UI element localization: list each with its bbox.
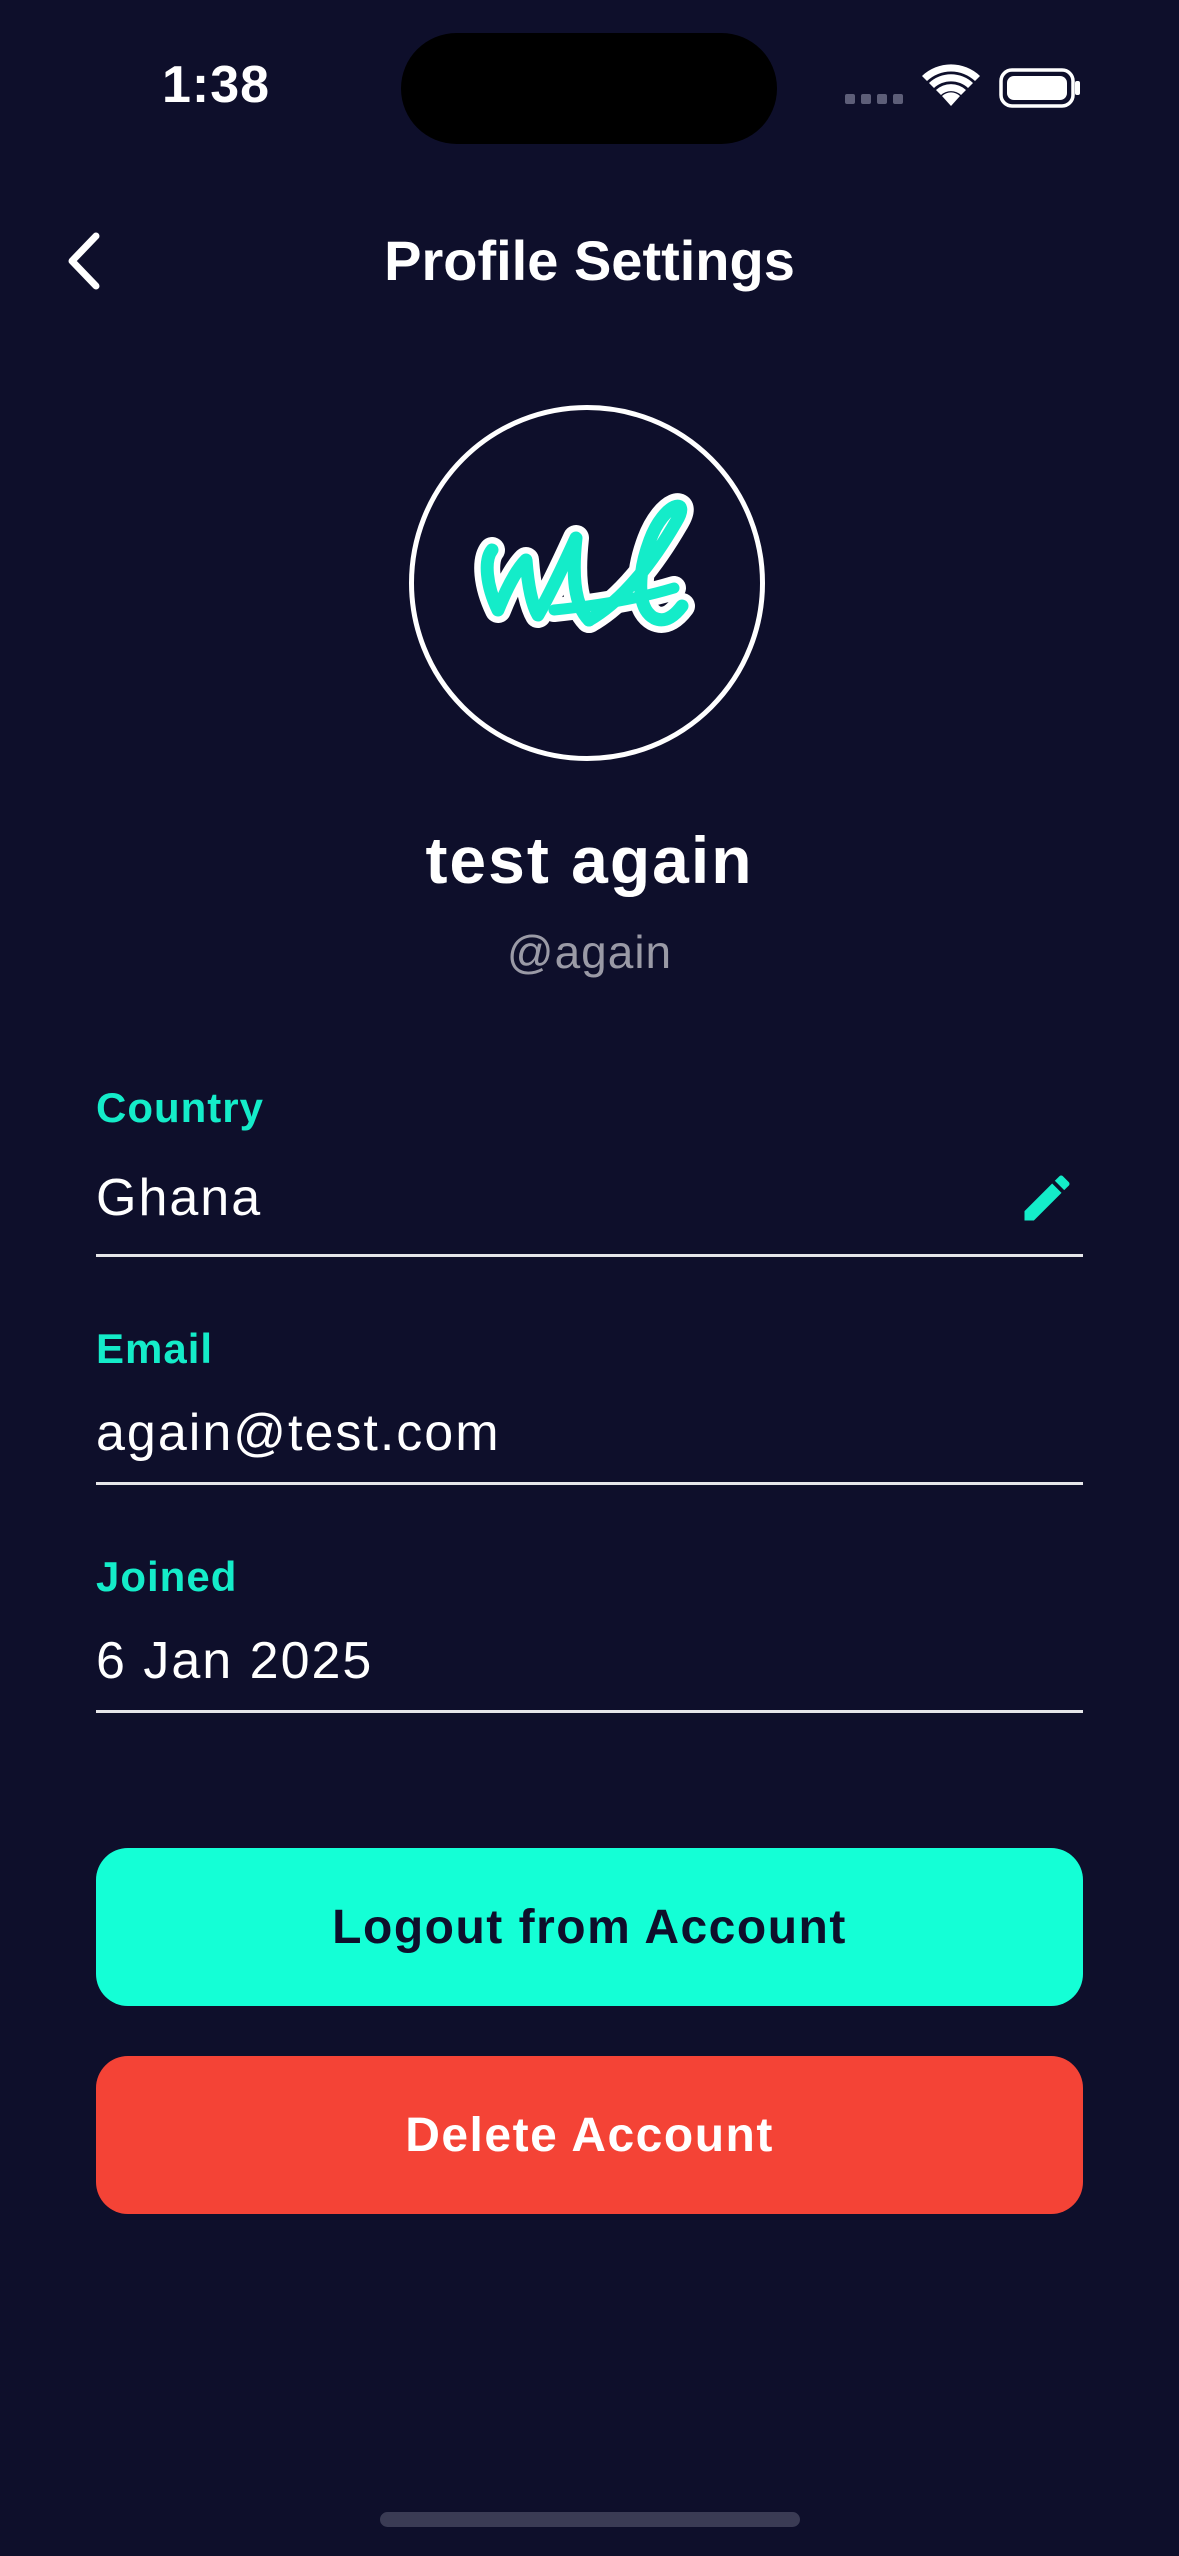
- avatar[interactable]: [409, 405, 765, 761]
- user-name: test again: [425, 823, 754, 897]
- field-value: Ghana: [96, 1169, 263, 1227]
- battery-icon: [999, 68, 1080, 108]
- field-label: Joined: [96, 1553, 238, 1600]
- country-field[interactable]: Country Ghana: [96, 1080, 1083, 1257]
- joined-field: Joined 6 Jan 2025: [96, 1553, 1083, 1713]
- status-time: 1:38: [162, 56, 271, 114]
- logout-button-label: Logout from Account: [332, 1900, 847, 1954]
- status-icons: [843, 62, 1083, 112]
- email-field: Email again@test.com: [96, 1325, 1083, 1485]
- user-handle: @again: [506, 926, 673, 978]
- page-title: Profile Settings: [384, 229, 795, 292]
- pencil-icon[interactable]: [1017, 1168, 1077, 1228]
- wifi-icon: [922, 64, 980, 106]
- field-value: again@test.com: [96, 1404, 501, 1462]
- wl-logo-icon: [474, 493, 695, 633]
- dynamic-island: [401, 33, 777, 144]
- field-label: Country: [96, 1084, 264, 1131]
- signal-icon: [845, 94, 903, 104]
- home-indicator[interactable]: [380, 2512, 800, 2527]
- field-label: Email: [96, 1325, 214, 1372]
- delete-account-button-label: Delete Account: [405, 2108, 774, 2162]
- delete-account-button[interactable]: Delete Account: [96, 2056, 1083, 2214]
- logout-button[interactable]: Logout from Account: [96, 1848, 1083, 2006]
- field-value: 6 Jan 2025: [96, 1632, 374, 1690]
